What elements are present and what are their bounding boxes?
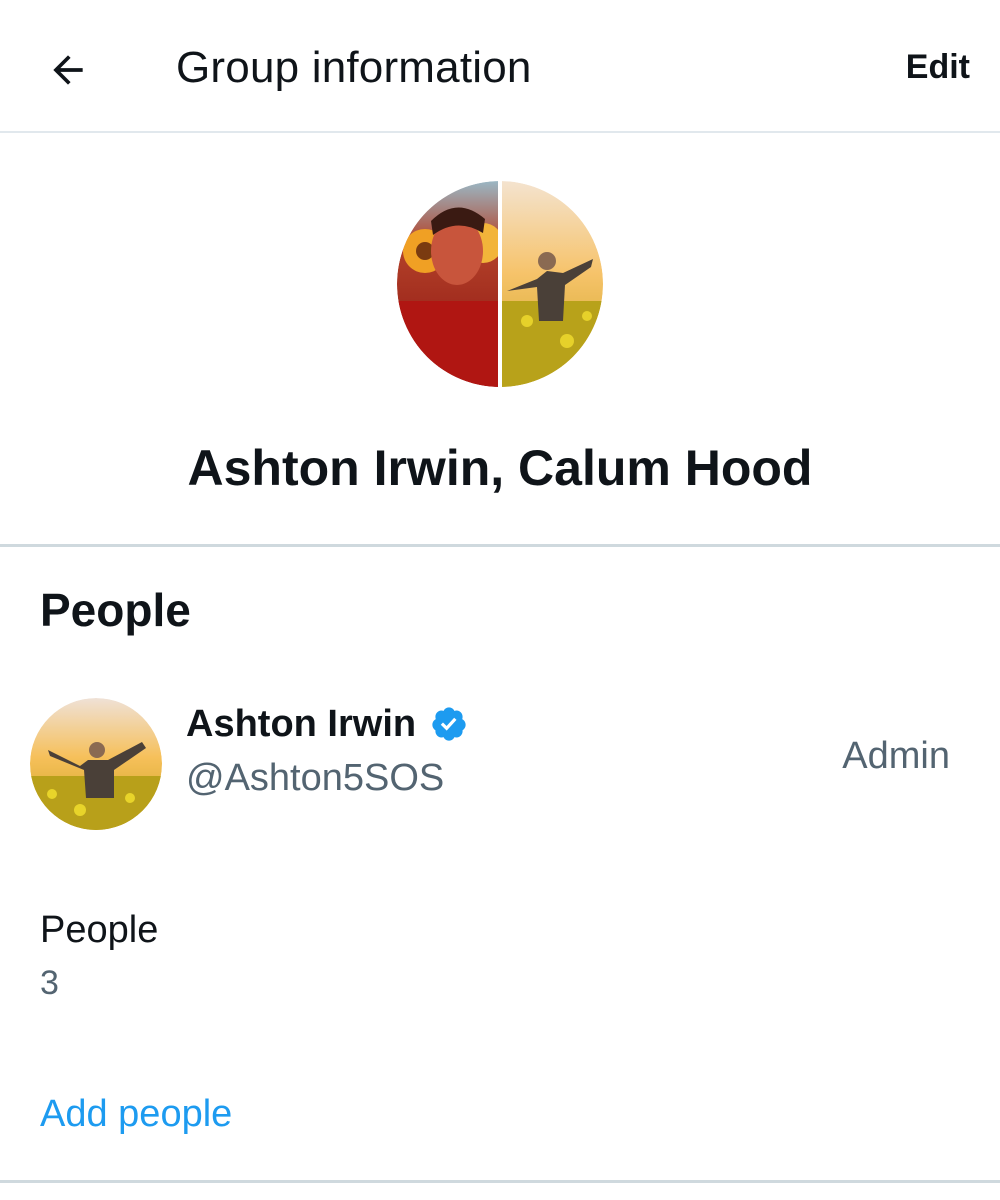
page-title: Group information [176, 43, 532, 92]
member-role-badge: Admin [842, 735, 950, 777]
avatar[interactable] [30, 698, 162, 830]
member-row[interactable]: Ashton Irwin @Ashton5SOS Admin [0, 690, 1000, 840]
arrow-left-icon [53, 55, 83, 85]
member-handle: @Ashton5SOS [186, 757, 445, 799]
group-summary: Ashton Irwin, Calum Hood [0, 133, 1000, 547]
member-name: Ashton Irwin [186, 703, 417, 745]
avatar-image [30, 698, 162, 830]
add-people-link[interactable]: Add people [40, 1088, 232, 1140]
group-avatar-image [397, 181, 603, 387]
member-name-line: Ashton Irwin [186, 698, 468, 750]
group-avatar[interactable] [397, 181, 603, 387]
group-info-page: Group information Edit Ashton Irwin, Cal… [0, 0, 1000, 1200]
people-count-value: 3 [40, 964, 59, 1002]
group-name: Ashton Irwin, Calum Hood [187, 440, 813, 496]
back-button[interactable] [36, 38, 100, 102]
verified-badge-icon [432, 707, 466, 741]
section-divider [0, 1180, 1000, 1183]
people-section-title: People [40, 584, 191, 636]
edit-button[interactable]: Edit [906, 42, 970, 92]
people-count-label: People [40, 909, 159, 951]
top-bar: Group information Edit [0, 0, 1000, 133]
